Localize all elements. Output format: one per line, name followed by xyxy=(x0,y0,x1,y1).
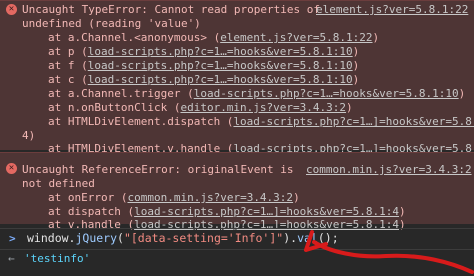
stack-frame: at f (load-scripts.php?c=1…=hooks&ver=5.… xyxy=(48,59,360,72)
devtools-console: ✕ Uncaught TypeError: Cannot read proper… xyxy=(0,0,474,276)
x-circle-icon: ✕ xyxy=(6,4,17,15)
error-message-referenceerror: ✕ Uncaught ReferenceError: originalEvent… xyxy=(0,152,474,224)
stack-frame: at dispatch (load-scripts.php?c=1…]=hook… xyxy=(48,205,406,218)
stack-frame-continuation: 4) xyxy=(22,129,36,142)
stack-frame-link[interactable]: load-scripts.php?c=1…=hooks&ver=5.8.1:10 xyxy=(88,73,353,86)
x-circle-icon: ✕ xyxy=(6,163,17,174)
stack-frame: at p (load-scripts.php?c=1…=hooks&ver=5.… xyxy=(48,45,360,58)
stack-frame-link[interactable]: load-scripts.php?c=1…]=hooks&ver=5.8.1: xyxy=(233,115,474,128)
stack-frame: at n.onButtonClick (editor.min.js?ver=3.… xyxy=(48,101,353,114)
error-text-line1: Uncaught ReferenceError: originalEvent i… xyxy=(22,163,294,176)
stack-frame-link[interactable]: load-scripts.php?c=1…=hooks&ver=5.8.1:10 xyxy=(88,45,353,58)
stack-frame: at a.Channel.<anonymous> (element.js?ver… xyxy=(48,31,380,44)
return-arrow-icon: ← xyxy=(8,252,15,265)
result-value[interactable]: 'testinfo' xyxy=(24,252,90,266)
prompt-chevron-icon: > xyxy=(9,232,16,245)
console-input-text[interactable]: window.jQuery("[data-setting='Info']").v… xyxy=(27,231,339,246)
stack-frame-link[interactable]: common.min.js?ver=3.4.3:2 xyxy=(127,191,293,204)
stack-frame: at a.Channel.trigger (load-scripts.php?c… xyxy=(48,87,466,100)
annotation-arrow-icon xyxy=(304,230,474,274)
error-text-line2: not defined xyxy=(22,177,95,190)
stack-frame-link[interactable]: load-scripts.php?c=1…]=hooks&ver=5.8.1:4 xyxy=(134,205,399,218)
stack-frame-link[interactable]: load-scripts.php?c=1…=hooks&ver=5.8.1:10 xyxy=(88,59,353,72)
stack-frame: at onError (common.min.js?ver=3.4.3:2) xyxy=(48,191,300,204)
error-message-typeerror: ✕ Uncaught TypeError: Cannot read proper… xyxy=(0,0,474,150)
stack-frame: at HTMLDivElement.dispatch (load-scripts… xyxy=(48,115,474,129)
stack-frame: at c (load-scripts.php?c=1…=hooks&ver=5.… xyxy=(48,73,360,86)
error-text-line1: Uncaught TypeError: Cannot read properti… xyxy=(22,3,321,16)
error-source-link[interactable]: common.min.js?ver=3.4.3:2 xyxy=(306,163,472,177)
stack-frame-link[interactable]: editor.min.js?ver=3.4.3:2 xyxy=(180,101,346,114)
error-text-line2: undefined (reading 'value') xyxy=(22,17,201,30)
error-source-link[interactable]: element.js?ver=5.8.1:22 xyxy=(316,3,468,17)
stack-frame-link[interactable]: load-scripts.php?c=1…=hooks&ver=5.8.1:10 xyxy=(194,87,459,100)
stack-frame-link[interactable]: element.js?ver=5.8.1:22 xyxy=(220,31,372,44)
